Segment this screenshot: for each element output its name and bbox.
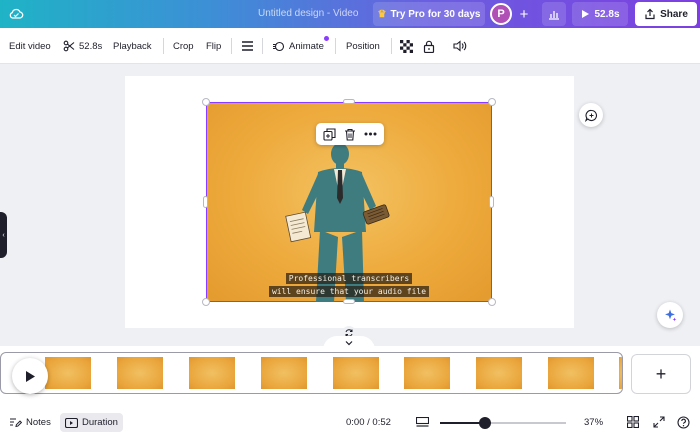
play-icon [26,370,35,382]
animate-button[interactable]: Animate [272,28,324,64]
crown-icon: ♛ [377,8,387,20]
more-options-icon[interactable] [364,132,377,136]
duration-button[interactable]: Duration [60,413,123,432]
share-button[interactable]: Share [635,2,697,26]
trash-icon[interactable] [344,128,356,141]
border-style-button[interactable] [241,28,254,64]
resize-handle-left[interactable] [203,196,208,208]
document-title[interactable]: Untitled design - Video [258,8,358,19]
try-pro-button[interactable]: ♛ Try Pro for 30 days [373,2,485,26]
clip-thumbnail [117,357,163,389]
comment-add-icon [584,109,597,122]
share-label: Share [660,8,688,20]
transparency-button[interactable] [400,28,413,64]
expand-icon [653,416,665,428]
flip-button[interactable]: Flip [206,28,221,64]
new-feature-dot [324,36,329,41]
notes-button[interactable]: Notes [9,408,51,436]
trim-duration-label: 52.8s [79,40,103,52]
crop-label: Crop [173,40,194,52]
zoom-slider-knob[interactable] [479,417,491,429]
zoom-slider-track[interactable] [440,422,566,424]
clip-thumbnail [548,357,594,389]
volume-button[interactable] [453,28,467,64]
add-comment-button[interactable] [579,103,603,127]
toolbar-divider [231,38,232,54]
trim-button[interactable]: 52.8s [63,28,102,64]
timeline-view-icon [65,417,78,428]
clip-thumbnail [404,357,450,389]
clip-thumbnail [189,357,235,389]
toolbar-divider [335,38,336,54]
toolbar-divider [391,38,392,54]
context-toolbar: Edit video 52.8s Playback Crop Flip Anim… [0,28,700,64]
timeline-panel [0,346,700,408]
resize-handle-bottom-left[interactable] [202,298,210,306]
help-icon [677,415,690,429]
top-bar: Untitled design - Video ♛ Try Pro for 30… [0,0,700,28]
video-clip-track[interactable] [0,352,623,394]
chevron-left-icon: ‹ [2,231,5,239]
flip-label: Flip [206,40,222,52]
page-view-icon [416,416,429,427]
element-quick-menu [316,123,384,145]
crop-button[interactable]: Crop [173,28,194,64]
zoom-percentage[interactable]: 37% [584,408,603,436]
playback-time: 0:00 / 0:52 [346,416,391,428]
timeline-play-button[interactable] [12,358,48,394]
edit-video-label: Edit video [9,40,51,52]
toolbar-divider [163,38,164,54]
position-button[interactable]: Position [346,28,380,64]
add-collaborator-button[interactable]: + [513,2,535,26]
play-preview-button[interactable]: 52.8s [572,2,628,26]
avatar[interactable]: P [490,3,512,25]
clip-thumbnail [45,357,91,389]
insights-button[interactable] [542,2,566,26]
try-pro-label: Try Pro for 30 days [390,8,481,20]
notes-pencil-icon [10,417,22,427]
edit-video-button[interactable]: Edit video [9,28,51,64]
resize-handle-top-right[interactable] [488,98,496,106]
fullscreen-button[interactable] [653,408,665,436]
resize-handle-bottom-right[interactable] [488,298,496,306]
resize-handle-top-left[interactable] [202,98,210,106]
zoom-slider-fill [440,422,481,424]
magic-assistant-button[interactable] [657,302,683,328]
toolbar-divider [262,38,263,54]
lock-button[interactable] [423,28,435,64]
clip-thumbnail [333,357,379,389]
help-button[interactable] [677,408,690,436]
play-icon [582,10,590,18]
animate-label: Animate [289,40,324,52]
position-label: Position [346,40,380,52]
duplicate-icon[interactable] [323,127,336,141]
transparency-icon [400,39,413,53]
speaker-icon [453,40,467,52]
grid-icon [627,416,639,428]
clip-thumbnail [619,357,622,389]
playback-button[interactable]: Playback [113,28,152,64]
border-lines-icon [242,41,253,51]
lock-icon [423,40,435,53]
resize-handle-right[interactable] [489,196,494,208]
clip-thumbnail [261,357,307,389]
sparkle-icon [665,309,677,322]
resize-handle-top[interactable] [343,99,355,104]
bar-chart-icon [549,11,559,20]
duration-label: Duration [82,417,118,428]
share-upload-icon [645,8,655,20]
play-duration-label: 52.8s [594,8,620,20]
resize-handle-bottom[interactable] [343,299,355,304]
add-page-button[interactable]: + [631,354,691,394]
scissors-icon [63,40,75,52]
grid-view-button[interactable] [627,408,639,436]
page-view-toggle[interactable] [416,408,429,436]
clip-thumbnail [476,357,522,389]
animate-icon [273,41,285,51]
notes-label: Notes [26,416,51,428]
cloud-sync-icon[interactable] [8,6,24,22]
side-panel-toggle[interactable]: ‹ [0,212,7,258]
bottom-bar: Notes Duration 0:00 / 0:52 37% [0,408,700,436]
playback-label: Playback [113,40,152,52]
